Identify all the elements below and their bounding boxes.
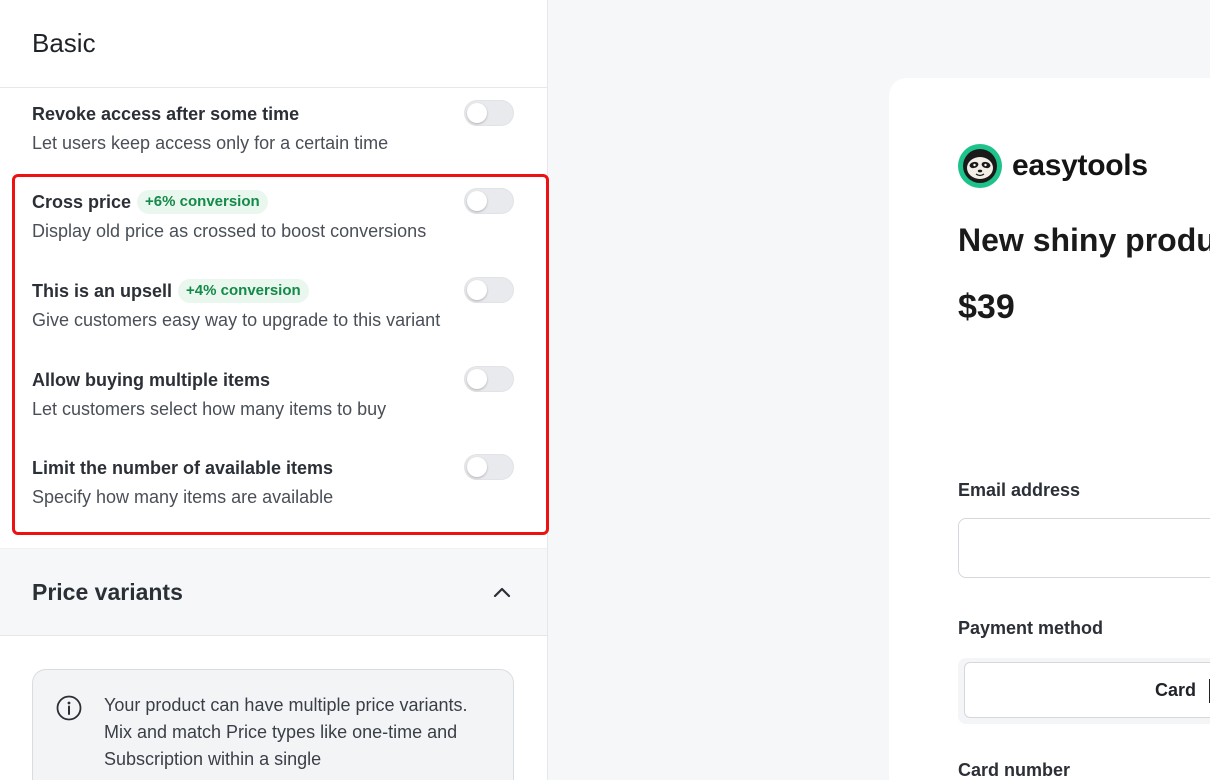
brand-logo: easytools <box>958 144 1148 188</box>
brand-name: easytools <box>1012 149 1148 182</box>
payment-option-card[interactable]: Card <box>964 662 1210 718</box>
toggle-knob <box>467 457 487 477</box>
setting-multiple-items: Allow buying multiple items Let customer… <box>32 366 516 420</box>
setting-description: Give customers easy way to upgrade to th… <box>32 310 441 330</box>
toggle-knob <box>467 103 487 123</box>
conversion-badge: +6% conversion <box>137 190 268 214</box>
checkout-form: Email address Payment method Card Card n… <box>889 408 1210 780</box>
section-title: Basic <box>32 28 96 58</box>
limit-items-toggle[interactable] <box>464 454 514 480</box>
setting-label: This is an upsell <box>32 280 173 301</box>
setting-upsell: This is an upsell +4% conversion Give cu… <box>32 277 516 331</box>
setting-description: Let users keep access only for a certain… <box>32 133 389 153</box>
price-variants-info: Your product can have multiple price var… <box>32 669 514 780</box>
toggle-knob <box>467 280 487 300</box>
card-number-label: Card number <box>958 760 1071 780</box>
setting-limit-items: Limit the number of available items Spec… <box>32 454 516 508</box>
settings-panel: Basic Revoke access after some time Let … <box>0 0 548 780</box>
basic-section-header: Basic <box>0 0 547 88</box>
cross-price-toggle[interactable] <box>464 188 514 214</box>
toggle-knob <box>467 369 487 389</box>
info-text: Your product can have multiple price var… <box>104 695 468 769</box>
payment-method-selector: Card <box>958 658 1210 724</box>
revoke-access-toggle[interactable] <box>464 100 514 126</box>
multiple-items-toggle[interactable] <box>464 366 514 392</box>
email-field[interactable] <box>958 518 1210 578</box>
setting-description: Display old price as crossed to boost co… <box>32 221 427 241</box>
chevron-up-icon[interactable] <box>490 581 514 605</box>
upsell-toggle[interactable] <box>464 277 514 303</box>
price-variants-header[interactable]: Price variants <box>0 548 547 636</box>
setting-label: Revoke access after some time <box>32 103 300 124</box>
email-label: Email address <box>958 480 1081 500</box>
setting-revoke-access: Revoke access after some time Let users … <box>32 100 516 154</box>
setting-label: Limit the number of available items <box>32 457 334 478</box>
checkout-preview: easytools New shiny produ $39 Email addr… <box>889 78 1210 780</box>
info-icon <box>56 695 82 721</box>
product-price: $39 <box>958 288 1015 326</box>
toggle-knob <box>467 191 487 211</box>
conversion-badge: +4% conversion <box>178 279 309 303</box>
setting-description: Specify how many items are available <box>32 487 334 507</box>
sloth-logo-icon <box>958 144 1002 188</box>
setting-cross-price: Cross price +6% conversion Display old p… <box>32 188 516 242</box>
setting-label: Cross price <box>32 191 132 212</box>
product-summary: easytools New shiny produ $39 <box>889 78 1210 408</box>
payment-method-label: Payment method <box>958 618 1104 638</box>
product-title: New shiny produ <box>958 222 1210 258</box>
setting-label: Allow buying multiple items <box>32 369 271 390</box>
payment-option-label: Card <box>1155 680 1197 700</box>
price-variants-title: Price variants <box>32 579 183 605</box>
setting-description: Let customers select how many items to b… <box>32 399 387 419</box>
